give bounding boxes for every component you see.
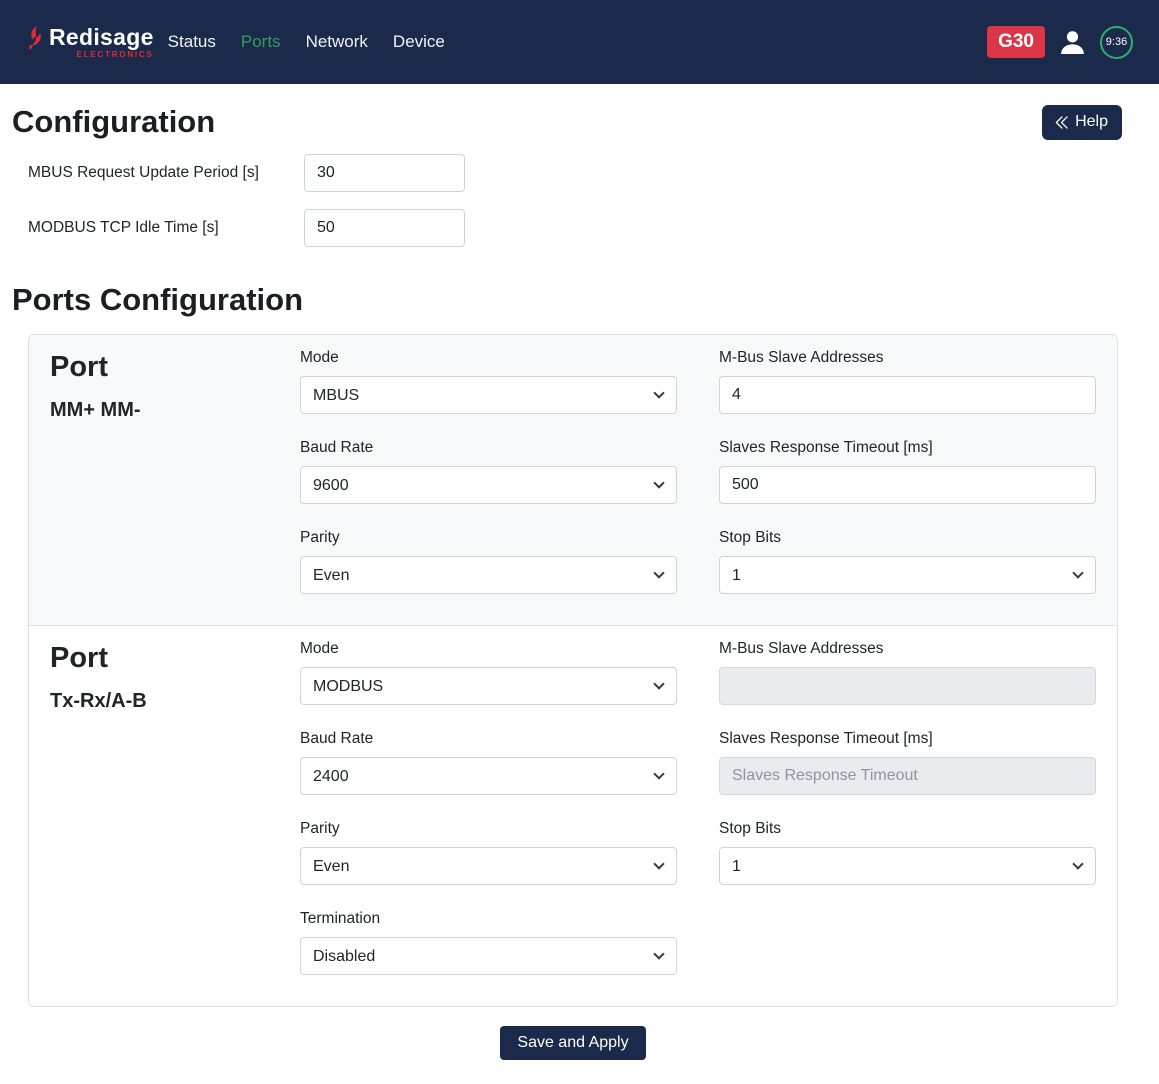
help-button[interactable]: Help [1042,105,1122,140]
config-row-modbus-idle: MODBUS TCP Idle Time [s] [28,209,1159,247]
response-timeout-label: Slaves Response Timeout [ms] [719,730,1096,748]
nav-item-ports[interactable]: Ports [241,32,281,52]
mode-label: Mode [300,640,677,658]
stop-bits-label: Stop Bits [719,529,1096,547]
field-baud-rate: Baud Rate 2400 [300,730,677,795]
field-mbus-addresses: M-Bus Slave Addresses [719,349,1096,414]
navbar-right: G30 9:36 [987,26,1133,59]
port-form: Mode MODBUS M-Bus Slave Addresses Baud R… [300,640,1096,1000]
configuration-header: Configuration Help [0,84,1159,144]
brand-name: Redisage [49,26,154,49]
config-row-mbus-period: MBUS Request Update Period [s] [28,154,1159,192]
page-title-ports-configuration: Ports Configuration [0,274,1159,334]
nav-item-status[interactable]: Status [168,32,216,52]
port-subtitle: Tx-Rx/A-B [50,690,300,713]
field-response-timeout: Slaves Response Timeout [ms] [719,439,1096,504]
port-card-heading: Port Tx-Rx/A-B [50,640,300,1000]
baud-rate-label: Baud Rate [300,439,677,457]
help-button-label: Help [1075,113,1108,131]
brand-subtitle: ELECTRONICS [49,51,154,59]
port-card-heading: Port MM+ MM- [50,349,300,619]
field-stop-bits: Stop Bits 1 [719,820,1096,885]
parity-select[interactable]: Even [300,847,677,885]
baud-rate-label: Baud Rate [300,730,677,748]
baud-rate-select[interactable]: 9600 [300,466,677,504]
nav-links: Status Ports Network Device [168,32,445,52]
field-mode: Mode MBUS [300,349,677,414]
modbus-idle-label: MODBUS TCP Idle Time [s] [28,219,304,237]
save-and-apply-button[interactable]: Save and Apply [500,1026,645,1060]
mbus-addresses-label: M-Bus Slave Addresses [719,349,1096,367]
parity-label: Parity [300,820,677,838]
port-title: Port [50,642,300,675]
ports-cards-container: Port MM+ MM- Mode MBUS M-Bus Slave Addre… [28,334,1118,1007]
stop-bits-select[interactable]: 1 [719,556,1096,594]
field-stop-bits: Stop Bits 1 [719,529,1096,594]
port-form: Mode MBUS M-Bus Slave Addresses Baud Rat… [300,349,1096,619]
user-icon[interactable] [1058,28,1087,57]
mbus-addresses-input-disabled [719,667,1096,705]
parity-label: Parity [300,529,677,547]
modbus-idle-input[interactable] [304,209,465,247]
parity-select[interactable]: Even [300,556,677,594]
navbar: Redisage ELECTRONICS Status Ports Networ… [0,0,1159,84]
mode-label: Mode [300,349,677,367]
nav-item-device[interactable]: Device [393,32,445,52]
stop-bits-label: Stop Bits [719,820,1096,838]
device-model-badge: G30 [987,26,1045,59]
brand-logo[interactable]: Redisage ELECTRONICS [26,26,154,59]
termination-label: Termination [300,910,677,928]
port-card-modbus: Port Tx-Rx/A-B Mode MODBUS M-Bus Slave A… [29,626,1117,1006]
response-timeout-input[interactable] [719,466,1096,504]
save-row: Save and Apply [0,1026,1159,1060]
mbus-period-input[interactable] [304,154,465,192]
port-subtitle: MM+ MM- [50,399,300,422]
configuration-form: MBUS Request Update Period [s] MODBUS TC… [0,144,1159,274]
field-mbus-addresses: M-Bus Slave Addresses [719,640,1096,705]
field-response-timeout: Slaves Response Timeout [ms] [719,730,1096,795]
field-baud-rate: Baud Rate 9600 [300,439,677,504]
mbus-period-label: MBUS Request Update Period [s] [28,164,304,182]
session-timer-badge: 9:36 [1100,26,1133,59]
stop-bits-select[interactable]: 1 [719,847,1096,885]
mbus-addresses-label: M-Bus Slave Addresses [719,640,1096,658]
mbus-addresses-input[interactable] [719,376,1096,414]
mode-select[interactable]: MODBUS [300,667,677,705]
field-termination: Termination Disabled [300,910,677,975]
double-chevron-left-icon [1052,113,1071,132]
termination-select[interactable]: Disabled [300,937,677,975]
redisage-logo-icon [26,26,44,57]
mode-select[interactable]: MBUS [300,376,677,414]
nav-item-network[interactable]: Network [306,32,368,52]
field-mode: Mode MODBUS [300,640,677,705]
port-title: Port [50,351,300,384]
baud-rate-select[interactable]: 2400 [300,757,677,795]
response-timeout-label: Slaves Response Timeout [ms] [719,439,1096,457]
field-parity: Parity Even [300,820,677,885]
field-parity: Parity Even [300,529,677,594]
page-title-configuration: Configuration [12,104,215,140]
port-card-mbus: Port MM+ MM- Mode MBUS M-Bus Slave Addre… [29,335,1117,626]
response-timeout-input-disabled [719,757,1096,795]
